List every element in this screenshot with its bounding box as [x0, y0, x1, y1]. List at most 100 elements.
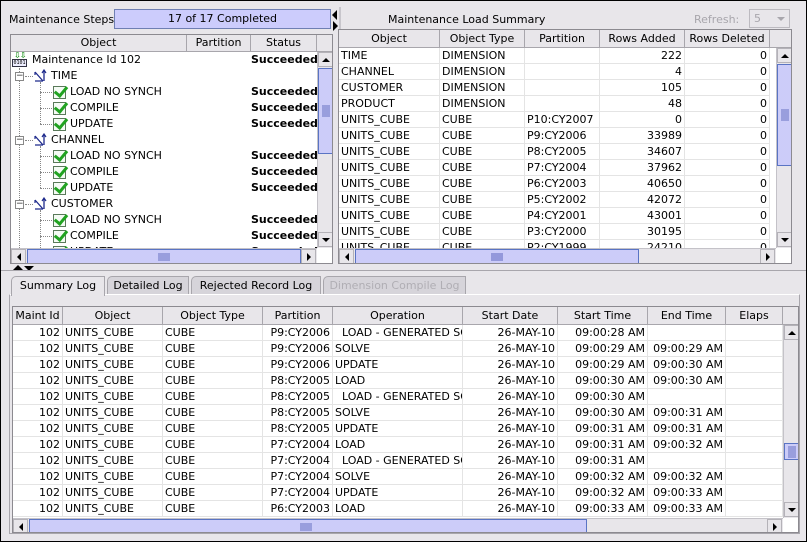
tree-row[interactable]: − CHANNEL [11, 132, 317, 188]
table-row[interactable]: 102 UNITS_CUBE CUBE P7:CY2004 LOAD - GENERA… [13, 453, 783, 469]
table-row[interactable]: 102 UNITS_CUBE CUBE P9:CY2006 SOLVE 26-MAY-10… [13, 341, 783, 357]
arrow-down-icon [788, 508, 796, 512]
cell-partition: P8:CY2005 [263, 373, 333, 389]
load-summary-horizontal-scrollbar[interactable] [339, 248, 776, 263]
scroll-right-button[interactable] [301, 249, 316, 263]
scroll-up-button[interactable] [318, 52, 332, 67]
column-header-rows-added[interactable]: Rows Added [600, 30, 685, 48]
cell-elapsed [726, 405, 783, 421]
table-row[interactable]: UNITS_CUBE CUBE P2:CY1999 24210 0 [339, 240, 770, 248]
column-header-partition[interactable]: Partition [525, 30, 600, 48]
scroll-up-button[interactable] [777, 48, 791, 63]
scroll-thumb[interactable] [29, 519, 587, 532]
collapse-node-icon[interactable]: − [15, 200, 24, 209]
table-row[interactable]: 102 UNITS_CUBE CUBE P8:CY2005 LOAD 26-MAY-10 0… [13, 373, 783, 389]
table-row[interactable]: UNITS_CUBE CUBE P3:CY2000 30195 0 [339, 224, 770, 240]
tree-row[interactable]: − CUSTOMER [11, 196, 317, 248]
tree-horizontal-scrollbar[interactable] [11, 248, 317, 263]
tree-row[interactable]: UPDATE Succeeded [11, 116, 317, 132]
scroll-thumb[interactable] [784, 443, 798, 460]
column-header-object-type[interactable]: Object Type [440, 30, 525, 48]
table-row[interactable]: UNITS_CUBE CUBE P9:CY2006 33989 0 [339, 128, 770, 144]
column-header-partition[interactable]: Partition [263, 307, 333, 325]
scroll-thumb[interactable] [355, 249, 639, 263]
table-row[interactable]: 102 UNITS_CUBE CUBE P8:CY2005 SOLVE 26-MAY-10… [13, 405, 783, 421]
check-icon [53, 86, 66, 99]
scroll-left-button[interactable] [339, 249, 354, 263]
summary-log-vertical-scrollbar[interactable] [783, 325, 798, 518]
table-row[interactable]: CUSTOMER DIMENSION 105 0 [339, 80, 770, 96]
tree-row[interactable]: UPDATE Succeeded [11, 180, 317, 196]
scroll-thumb[interactable] [27, 249, 301, 263]
tree-row[interactable]: COMPILE Succeeded [11, 164, 317, 180]
cell-end-time: 09:00:30 AM [648, 357, 726, 373]
tab-rejected-record-log[interactable]: Rejected Record Log [191, 276, 321, 295]
table-row[interactable]: 102 UNITS_CUBE CUBE P7:CY2004 SOLVE 26-MAY-10… [13, 469, 783, 485]
column-header-object-type[interactable]: Object Type [163, 307, 263, 325]
tree-row[interactable]: LOAD NO SYNCH Succeeded [11, 212, 317, 228]
cell-rows-added: 30195 [600, 224, 685, 240]
tree-row[interactable]: COMPILE Succeeded [11, 100, 317, 116]
tab-detailed-log[interactable]: Detailed Log [107, 276, 189, 295]
scroll-left-button[interactable] [13, 519, 28, 532]
table-row[interactable]: 102 UNITS_CUBE CUBE P9:CY2006 UPDATE 26-MAY-1… [13, 357, 783, 373]
tree-row[interactable]: − TIME [11, 68, 317, 124]
scroll-down-button[interactable] [318, 232, 332, 247]
column-header-partition[interactable]: Partition [187, 35, 251, 52]
column-header-end-time[interactable]: End Time [648, 307, 726, 325]
scroll-down-button[interactable] [777, 232, 791, 247]
column-header-rows-deleted[interactable]: Rows Deleted [685, 30, 770, 48]
column-header-start-time[interactable]: Start Time [558, 307, 648, 325]
cell-start-date: 26-MAY-10 [463, 485, 558, 501]
column-header-object[interactable]: Object [11, 35, 187, 52]
load-summary-vertical-scrollbar[interactable] [776, 48, 791, 248]
table-row[interactable]: UNITS_CUBE CUBE P4:CY2001 43001 0 [339, 208, 770, 224]
collapse-left-icon[interactable] [332, 10, 337, 20]
table-row[interactable]: CHANNEL DIMENSION 4 0 [339, 64, 770, 80]
collapse-node-icon[interactable]: − [15, 72, 24, 81]
tree-row[interactable]: ⇩⇩ 0101 Maintenance Id 102 Succeeded [11, 52, 317, 68]
scroll-thumb[interactable] [318, 68, 332, 154]
scroll-thumb[interactable] [777, 64, 791, 166]
table-row[interactable]: PRODUCT DIMENSION 48 0 [339, 96, 770, 112]
table-row[interactable]: TIME DIMENSION 222 0 [339, 48, 770, 64]
table-row[interactable]: 102 UNITS_CUBE CUBE P7:CY2004 LOAD 26-MAY-10 0… [13, 437, 783, 453]
table-row[interactable]: 102 UNITS_CUBE CUBE P8:CY2005 UPDATE 26-MAY-1… [13, 421, 783, 437]
tree-vertical-scrollbar[interactable] [317, 52, 332, 248]
column-header-elapsed[interactable]: Elaps [726, 307, 783, 325]
cell-start-date: 26-MAY-10 [463, 341, 558, 357]
table-row[interactable]: 102 UNITS_CUBE CUBE P6:CY2003 LOAD 26-MAY-10 0… [13, 501, 783, 517]
cell-operation: LOAD - GENERATED SQL [335, 325, 463, 341]
scroll-up-button[interactable] [784, 325, 798, 340]
table-row[interactable]: 102 UNITS_CUBE CUBE P7:CY2004 UPDATE 26-MAY-1… [13, 485, 783, 501]
scroll-left-button[interactable] [11, 249, 26, 263]
grip-icon [322, 105, 330, 117]
tree-row[interactable]: LOAD NO SYNCH Succeeded [11, 148, 317, 164]
column-header-object[interactable]: Object [63, 307, 163, 325]
table-row[interactable]: UNITS_CUBE CUBE P5:CY2002 42072 0 [339, 192, 770, 208]
column-header-start-date[interactable]: Start Date [463, 307, 558, 325]
cell-partition: P8:CY2005 [525, 144, 600, 160]
tree-row[interactable]: COMPILE Succeeded [11, 228, 317, 244]
column-header-status[interactable]: Status [251, 35, 317, 52]
column-header-operation[interactable]: Operation [333, 307, 463, 325]
column-header-object[interactable]: Object [339, 30, 440, 48]
refresh-select[interactable]: 5 [749, 9, 790, 28]
tab-summary-log[interactable]: Summary Log [11, 276, 105, 296]
table-row[interactable]: UNITS_CUBE CUBE P8:CY2005 34607 0 [339, 144, 770, 160]
horizontal-splitter[interactable] [1, 270, 806, 271]
column-header-maint-id[interactable]: Maint Id [13, 307, 63, 325]
summary-log-horizontal-scrollbar[interactable] [13, 518, 783, 532]
table-row[interactable]: UNITS_CUBE CUBE P7:CY2004 37962 0 [339, 160, 770, 176]
table-row[interactable]: UNITS_CUBE CUBE P10:CY2007 0 0 [339, 112, 770, 128]
scroll-down-button[interactable] [784, 502, 798, 517]
collapse-node-icon[interactable]: − [15, 136, 24, 145]
cell-rows-added: 37962 [600, 160, 685, 176]
tree-row[interactable]: LOAD NO SYNCH Succeeded [11, 84, 317, 100]
table-row[interactable]: UNITS_CUBE CUBE P6:CY2003 40650 0 [339, 176, 770, 192]
table-row[interactable]: 102 UNITS_CUBE CUBE P9:CY2006 LOAD - GENERA… [13, 325, 783, 341]
cell-object: UNITS_CUBE [63, 421, 163, 437]
scroll-right-button[interactable] [767, 519, 782, 532]
table-row[interactable]: 102 UNITS_CUBE CUBE P8:CY2005 LOAD - GENERA… [13, 389, 783, 405]
scroll-right-button[interactable] [760, 249, 775, 263]
